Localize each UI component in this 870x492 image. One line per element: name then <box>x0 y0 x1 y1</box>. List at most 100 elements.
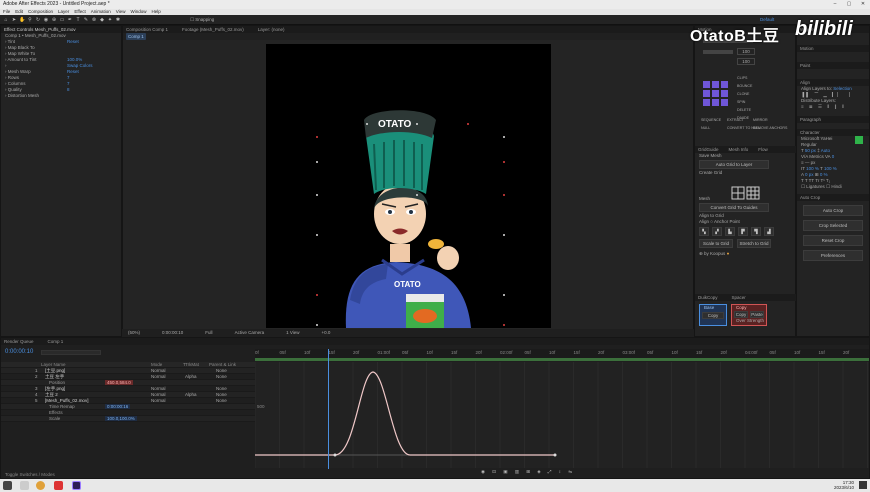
menu-effect[interactable]: Effect <box>74 9 85 14</box>
rotate-tool-icon[interactable]: ↻ <box>35 17 41 23</box>
shape-tool-icon[interactable]: ▭ <box>59 17 65 23</box>
grid-opt-create[interactable]: Create Grid <box>695 170 797 176</box>
playhead[interactable] <box>328 349 329 469</box>
menu-composition[interactable]: Composition <box>28 9 53 14</box>
comp-control[interactable]: (50%) <box>128 330 140 335</box>
brush-tool-icon[interactable]: ✎ <box>83 17 89 23</box>
menu-view[interactable]: View <box>116 9 126 14</box>
mesh-point[interactable] <box>503 136 505 138</box>
comp-control[interactable]: 1 View <box>286 330 299 335</box>
duik-copy-box[interactable]: Base Copy <box>699 304 727 326</box>
eraser-tool-icon[interactable]: ◆ <box>99 17 105 23</box>
align-center-icon[interactable]: ▞ <box>712 227 722 236</box>
mesh-point[interactable] <box>467 123 469 125</box>
comp-control[interactable]: Full <box>205 330 212 335</box>
mesh-point[interactable] <box>503 234 505 236</box>
effect-controls-tab[interactable]: Effect Controls Mesh_Puffs_02.mov <box>1 26 121 33</box>
comp-tab[interactable]: Layer: (none) <box>258 27 285 32</box>
grid-tab[interactable]: Flow <box>758 147 768 152</box>
graph-controls[interactable]: ◉ ⊡ ▣ ▥ ⊞ ◈ ⤢ ↕ ⇋ <box>481 469 575 475</box>
auto-grid-button[interactable]: Auto Grid to Layer <box>699 160 769 169</box>
menu-window[interactable]: Window <box>130 9 146 14</box>
timeline-tab[interactable]: Render Queue <box>4 339 34 344</box>
hand-tool-icon[interactable]: ✋ <box>19 17 25 23</box>
browser-icon[interactable] <box>36 481 45 490</box>
value-field-1[interactable]: 100 <box>737 48 755 55</box>
selection-tool-icon[interactable]: ➤ <box>11 17 17 23</box>
duik-paste-box[interactable]: Copy Copy Paste Over Strength <box>731 304 767 326</box>
grid-tab[interactable]: Mesh Info <box>729 147 749 152</box>
comp-control[interactable]: 0:00:00:10 <box>162 330 183 335</box>
auto-crop-button[interactable]: Auto Crop <box>803 205 863 216</box>
convert-grid-button[interactable]: Convert Grid To Guides <box>699 203 769 212</box>
camera-tool-icon[interactable]: ◉ <box>43 17 49 23</box>
grid-tab[interactable]: GridGuide <box>698 147 719 152</box>
mesh-point[interactable] <box>366 123 368 125</box>
auto-crop-button[interactable]: Preferences <box>803 250 863 261</box>
motion-label[interactable]: NULL <box>701 126 710 130</box>
motion-label[interactable]: SEQUENCE <box>701 118 721 122</box>
pan-behind-icon[interactable]: ⊕ <box>51 17 57 23</box>
table-row[interactable]: Scale 100.0,100.0% <box>1 416 255 422</box>
type-tool-icon[interactable]: T <box>75 17 81 23</box>
motion-label[interactable]: EXTRACT <box>727 118 744 122</box>
grid-opt-save[interactable]: Save Mesh <box>695 153 797 159</box>
character-panel-tab[interactable]: Character <box>797 129 869 136</box>
motion-label[interactable]: REMOVE ANCHORS <box>753 126 787 130</box>
align-panel-tab[interactable]: Align <box>797 79 869 86</box>
motion-label[interactable]: CLONE <box>737 92 749 96</box>
mesh-point[interactable] <box>316 234 318 236</box>
timeline-tab[interactable]: Comp 1 <box>48 339 64 344</box>
after-effects-icon[interactable] <box>72 481 81 490</box>
layer-value[interactable]: 100.0,100.0% <box>105 416 137 421</box>
timeline-search[interactable] <box>41 350 101 355</box>
paint-panel-tab[interactable]: Paint <box>797 62 869 69</box>
align-bottom-icon[interactable]: ▟ <box>764 227 774 236</box>
graph-editor[interactable]: 500 <box>254 362 869 468</box>
layer-name[interactable]: Scale <box>49 416 60 421</box>
menu-edit[interactable]: Edit <box>15 9 23 14</box>
keyframe-1[interactable] <box>333 453 337 457</box>
search-icon[interactable] <box>20 481 29 490</box>
mesh-point[interactable] <box>503 194 505 196</box>
duik-tab[interactable]: DuikCopy <box>698 295 718 300</box>
time-ruler[interactable]: 0f 05f 10f 15f 20f 01:00f 05f 10f 15f 20f 02:00f 05… <box>255 349 869 358</box>
comp-tab[interactable]: Composition Comp 1 <box>126 27 168 32</box>
motion-panel-tab[interactable]: Motion <box>797 45 869 52</box>
mesh-point[interactable] <box>316 324 318 326</box>
align-middle-icon[interactable]: ▜ <box>751 227 761 236</box>
motion-label[interactable]: CLIPS <box>737 76 747 80</box>
mesh-point[interactable] <box>316 294 318 296</box>
mesh-point[interactable] <box>503 161 505 163</box>
motion-label[interactable]: BOUNCE <box>737 84 752 88</box>
work-area-bar[interactable] <box>255 358 869 361</box>
distribute-icons[interactable]: ≡ ≣ ☰ ⦀ ∥ ‖ <box>797 104 869 110</box>
clone-tool-icon[interactable]: ⊗ <box>91 17 97 23</box>
menu-help[interactable]: Help <box>151 9 160 14</box>
mesh-point[interactable] <box>503 324 505 326</box>
motion-label[interactable]: DELETE <box>737 108 751 112</box>
fill-color-swatch[interactable] <box>855 136 863 144</box>
ligatures-row[interactable]: ☐ Ligatures ☐ Hindi <box>797 184 869 190</box>
home-icon[interactable]: ⌂ <box>3 17 9 23</box>
clock[interactable]: 17:30 2023/6/10 <box>834 480 854 490</box>
stretch-to-grid-button[interactable]: Stretch to Grid <box>737 239 771 248</box>
scale-to-grid-button[interactable]: Scale to Grid <box>699 239 733 248</box>
duik-tab[interactable]: Spacer <box>732 295 746 300</box>
toggle-modes[interactable]: Toggle Switches / Modes <box>5 472 55 477</box>
roto-tool-icon[interactable]: ✦ <box>107 17 113 23</box>
snapping-toggle[interactable]: ☐ Snapping <box>190 17 214 23</box>
menu-animation[interactable]: Animation <box>91 9 111 14</box>
maximize-icon[interactable]: ▢ <box>842 0 856 9</box>
timeline-timecode[interactable]: 0:00:00:10 <box>5 349 33 355</box>
comp-control[interactable]: +0.0 <box>322 330 331 335</box>
app-icon[interactable] <box>54 481 63 490</box>
notification-icon[interactable] <box>859 481 867 489</box>
comp-control[interactable]: Active Camera <box>235 330 265 335</box>
start-icon[interactable] <box>3 481 12 490</box>
auto-crop-button[interactable]: Reset Crop <box>803 235 863 246</box>
value-field-2[interactable]: 100 <box>737 58 755 65</box>
zoom-tool-icon[interactable]: ⚲ <box>27 17 33 23</box>
keyframe-2[interactable] <box>553 453 557 457</box>
puppet-tool-icon[interactable]: ✱ <box>115 17 121 23</box>
